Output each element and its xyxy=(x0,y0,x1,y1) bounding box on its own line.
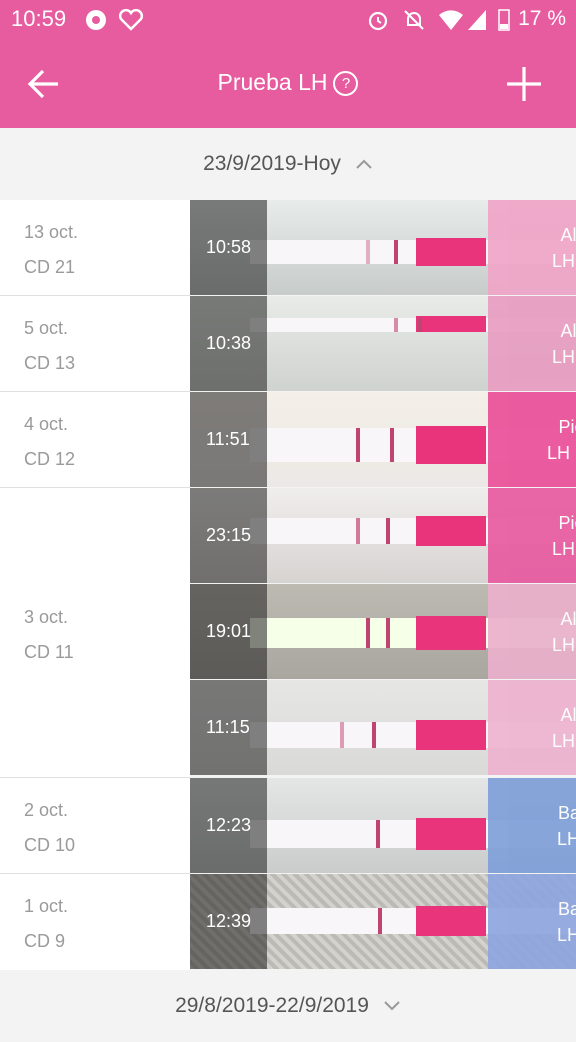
result-level: Alto xyxy=(560,705,576,725)
test-row[interactable]: 11:51 Pico LH 156 xyxy=(190,392,576,488)
result-badge: Alto LH 32 xyxy=(488,680,576,775)
result-badge: Alto LH 24 xyxy=(488,200,576,295)
result-lh-value: LH 24 xyxy=(551,251,576,271)
test-time: 11:51 xyxy=(206,429,250,449)
result-level: Bajo xyxy=(557,899,576,919)
test-time: 19:01 xyxy=(206,621,252,641)
result-level: Pico xyxy=(558,513,576,533)
cycle-day: CD 12 xyxy=(24,449,76,469)
cycle-day: CD 9 xyxy=(24,931,66,951)
test-row[interactable]: 10:38 Alto LH 35 xyxy=(190,296,576,392)
result-lh-value: LH 32 xyxy=(551,731,576,751)
result-lh-value: LH 55 xyxy=(551,635,576,655)
test-time: 11:15 xyxy=(206,717,250,737)
cycle-day: CD 13 xyxy=(24,353,76,373)
result-lh-value: LH 0 xyxy=(556,925,576,945)
result-level: Pico xyxy=(558,417,576,437)
test-time: 12:23 xyxy=(206,815,252,835)
test-time: 10:58 xyxy=(206,237,252,257)
lh-test-list: 13 oct. CD 21 5 oct. CD 13 4 oct. CD 12 … xyxy=(0,200,576,970)
chrome-icon xyxy=(84,8,108,37)
day-cell: 5 oct. CD 13 xyxy=(0,296,190,392)
result-level: Alto xyxy=(560,225,576,245)
chevron-up-icon xyxy=(355,128,373,200)
day-cell: 4 oct. CD 12 xyxy=(0,392,190,488)
result-lh-value: LH 0 xyxy=(556,829,576,849)
status-bar: 10:59 17 % xyxy=(0,0,576,40)
test-time: 12:39 xyxy=(206,911,252,931)
test-row[interactable]: 23:15 Pico LH 90 xyxy=(190,488,576,584)
test-row[interactable]: 11:15 Alto LH 32 xyxy=(190,680,576,776)
result-lh-value: LH 35 xyxy=(551,347,576,367)
period-header-current[interactable]: 23/9/2019-Hoy xyxy=(0,128,576,200)
day-date: 3 oct. xyxy=(24,607,69,627)
day-cell: 2 oct. CD 10 xyxy=(0,778,190,874)
result-level: Alto xyxy=(560,609,576,629)
result-badge: Pico LH 156 xyxy=(488,392,576,487)
result-badge: Pico LH 90 xyxy=(488,488,576,583)
day-date: 13 oct. xyxy=(24,222,79,242)
cycle-day: CD 21 xyxy=(24,257,76,277)
help-icon[interactable]: ? xyxy=(333,71,359,96)
day-cell: 13 oct. CD 21 xyxy=(0,200,190,296)
period-label: 29/8/2019-22/9/2019 xyxy=(175,994,369,1017)
result-lh-value: LH 156 xyxy=(546,443,576,463)
day-date: 2 oct. xyxy=(24,800,69,820)
result-lh-value: LH 90 xyxy=(551,539,576,559)
status-time: 10:59 xyxy=(11,6,67,31)
test-row[interactable]: 19:01 Alto LH 55 xyxy=(190,584,576,680)
result-badge: Bajo LH 0 xyxy=(488,874,576,969)
test-time: 23:15 xyxy=(206,525,252,545)
mute-icon xyxy=(402,8,426,37)
heart-icon xyxy=(118,8,144,37)
test-row[interactable]: 12:39 Bajo LH 0 xyxy=(190,874,576,970)
day-cell: 3 oct. CD 11 xyxy=(0,488,190,778)
result-badge: Alto LH 35 xyxy=(488,296,576,391)
alarm-icon xyxy=(366,8,390,37)
result-level: Bajo xyxy=(557,803,576,823)
result-level: Alto xyxy=(560,321,576,341)
day-date: 1 oct. xyxy=(24,896,69,916)
day-cell: 1 oct. CD 9 xyxy=(0,874,190,970)
chevron-down-icon xyxy=(383,970,401,1042)
cycle-day: CD 10 xyxy=(24,835,76,855)
battery-percent: 17 % xyxy=(518,7,566,30)
page-title: Prueba LH? xyxy=(0,69,576,96)
test-row[interactable]: 10:58 Alto LH 24 xyxy=(190,200,576,296)
cycle-day: CD 11 xyxy=(24,642,74,662)
result-badge: Bajo LH 0 xyxy=(488,778,576,873)
result-badge: Alto LH 55 xyxy=(488,584,576,679)
test-row[interactable]: 12:23 Bajo LH 0 xyxy=(190,778,576,874)
day-date: 4 oct. xyxy=(24,414,69,434)
period-header-previous[interactable]: 29/8/2019-22/9/2019 xyxy=(0,970,576,1024)
battery-icon xyxy=(498,8,510,37)
app-bar: Prueba LH? xyxy=(0,40,576,128)
signal-icon xyxy=(466,8,488,37)
test-time: 10:38 xyxy=(206,333,252,353)
page-title-text: Prueba LH xyxy=(217,69,328,95)
period-label: 23/9/2019-Hoy xyxy=(203,152,341,175)
day-date: 5 oct. xyxy=(24,318,69,338)
wifi-icon xyxy=(438,8,464,37)
add-icon[interactable] xyxy=(504,64,544,104)
